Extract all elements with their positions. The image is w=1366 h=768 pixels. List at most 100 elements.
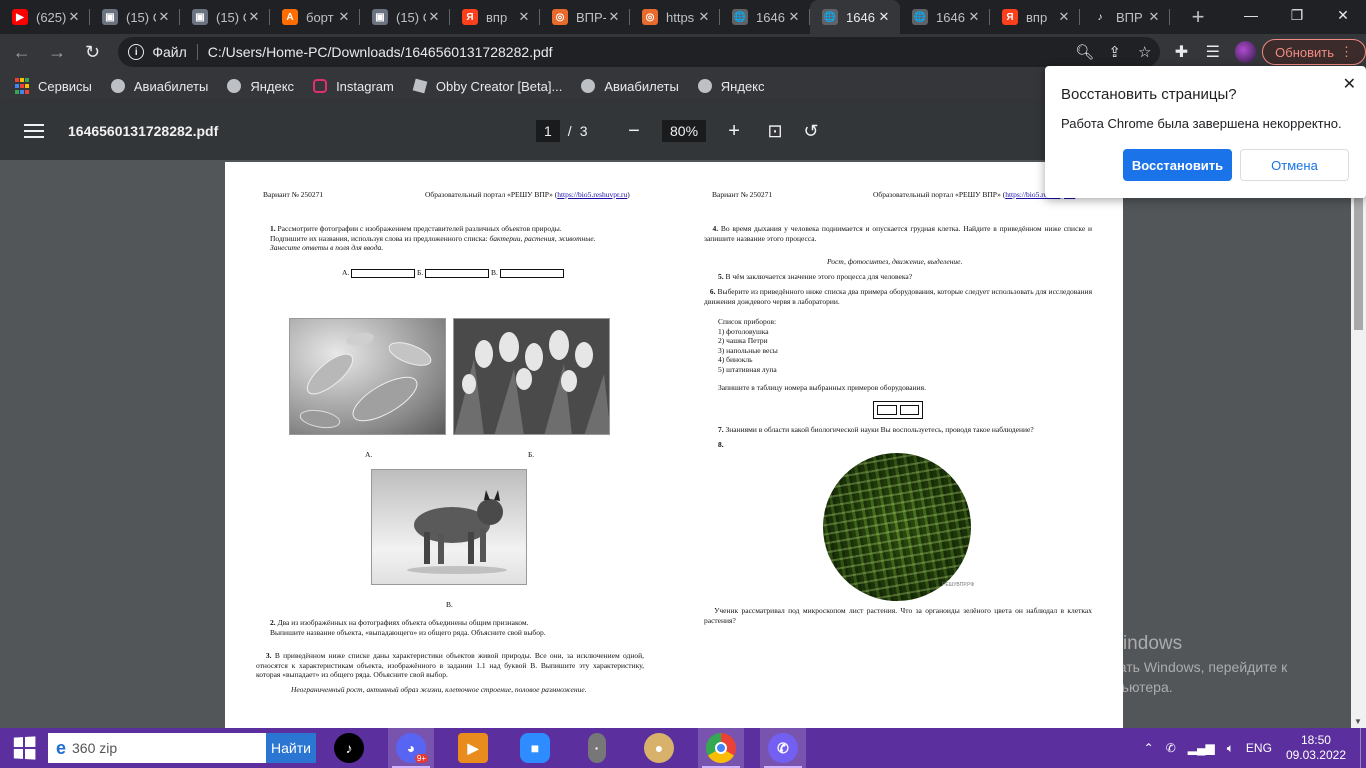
reading-list-icon[interactable]: ☰ — [1197, 36, 1228, 68]
portal-link[interactable]: https://bio5.reshuvpr.ru — [557, 190, 627, 199]
zoom-controls: − 80% + — [620, 120, 748, 143]
vertical-scrollbar[interactable]: ▲ ▼ — [1351, 160, 1366, 728]
minimize-icon[interactable]: — — [1228, 0, 1274, 30]
zoom-app[interactable]: ■ — [512, 728, 558, 768]
tab-close-icon[interactable]: ✕ — [1146, 9, 1162, 25]
question-5: 5. В чём заключается значение этого проц… — [718, 272, 912, 282]
maximize-icon[interactable]: ❐ — [1274, 0, 1320, 30]
bookmark-instagram[interactable]: Instagram — [312, 78, 394, 94]
browser-tab[interactable]: 🌐 1646 ✕ — [900, 0, 990, 34]
profile-avatar[interactable] — [1234, 41, 1257, 63]
browser-tab[interactable]: ▣ (15) С✕ — [360, 0, 450, 34]
question-number: 3. — [265, 651, 272, 660]
browser-tab[interactable]: ◎ https ✕ — [630, 0, 720, 34]
restore-button[interactable]: Восстановить — [1123, 149, 1232, 181]
fit-page-icon[interactable]: ⊡ — [763, 119, 787, 143]
scroll-down-icon[interactable]: ▼ — [1354, 717, 1362, 726]
zoom-out-button[interactable]: − — [620, 120, 648, 143]
question-6: 6. Выберите из приведённого ниже списка … — [704, 287, 1092, 306]
zoom-icon[interactable]: 🔍︎ — [1070, 43, 1100, 61]
tab-close-icon[interactable]: ✕ — [696, 9, 712, 25]
tab-close-icon[interactable]: ✕ — [516, 9, 532, 25]
browser-tab[interactable]: Явпр ✕ — [990, 0, 1080, 34]
tab-close-icon[interactable]: ✕ — [966, 9, 982, 25]
share-icon[interactable]: ⇪ — [1100, 43, 1130, 61]
bookmark-yandex-2[interactable]: Яндекс — [697, 78, 765, 94]
browser-tab[interactable]: ♪ ВПР ✕ — [1080, 0, 1170, 34]
browser-tab[interactable]: Aборт ✕ — [270, 0, 360, 34]
answer-field-b[interactable] — [425, 268, 490, 278]
close-icon[interactable]: ✕ — [1343, 74, 1356, 94]
bookmark-obby-creator[interactable]: Obby Creator [Beta]... — [412, 78, 562, 94]
tab-favicon-icon: A — [282, 9, 298, 25]
language-indicator[interactable]: ENG — [1246, 741, 1272, 755]
bookmark-star-icon[interactable]: ☆ — [1130, 43, 1160, 61]
discord-app[interactable]: ◕ 9+ — [388, 728, 434, 768]
answer-cell-2[interactable] — [899, 405, 919, 415]
media-player-app[interactable]: ▶ — [450, 728, 496, 768]
bookmark-yandex[interactable]: Яндекс — [226, 78, 294, 94]
browser-tab[interactable]: 🌐 1646 ✕ — [720, 0, 810, 34]
tab-close-icon[interactable]: ✕ — [336, 9, 352, 25]
browser-tab[interactable]: 🌐 1646 ✕ — [810, 0, 900, 34]
extensions-icon[interactable]: ✚ — [1166, 36, 1197, 68]
tab-close-icon[interactable]: ✕ — [1056, 9, 1072, 25]
update-button[interactable]: Обновить ⋮ — [1262, 39, 1366, 65]
reload-button[interactable]: ↻ — [77, 36, 108, 68]
rotate-icon[interactable]: ↺ — [799, 119, 823, 143]
equipment-item: 2) чашка Петри — [718, 336, 768, 345]
network-icon[interactable]: ▂▄▆ — [1188, 741, 1215, 755]
address-url[interactable]: C:/Users/Home-PC/Downloads/1646560131728… — [208, 44, 1070, 60]
cancel-button[interactable]: Отмена — [1240, 149, 1349, 181]
viber-app[interactable]: ✆ — [760, 728, 806, 768]
answer-cell-1[interactable] — [877, 405, 897, 415]
answer-field-v[interactable] — [499, 268, 564, 278]
question-number: 5. — [718, 272, 724, 281]
tab-close-icon[interactable]: ✕ — [426, 9, 442, 25]
caption-b: Б. — [528, 450, 535, 459]
browser-tab[interactable]: Явпр ✕ — [450, 0, 540, 34]
zoom-in-button[interactable]: + — [720, 120, 748, 143]
new-tab-button[interactable]: + — [1180, 0, 1216, 34]
tab-title: 1646 — [846, 9, 875, 25]
viber-tray-icon[interactable]: ✆ — [1166, 741, 1176, 755]
dialog-title: Восстановить страницы? — [1061, 86, 1237, 103]
bookmark-services[interactable]: Сервисы — [14, 78, 92, 94]
tab-close-icon[interactable]: ✕ — [246, 9, 262, 25]
question-8-number: 8. — [718, 440, 724, 450]
question-3: 3. В приведённом ниже списке даны характ… — [256, 651, 644, 680]
paint-app[interactable]: ● — [636, 728, 682, 768]
start-button[interactable] — [0, 728, 48, 768]
tab-close-icon[interactable]: ✕ — [156, 9, 172, 25]
tiktok-app[interactable]: ♪ — [326, 728, 372, 768]
browser-tab[interactable]: ▣ (15) С✕ — [180, 0, 270, 34]
browser-tab[interactable]: ▣ (15) С✕ — [90, 0, 180, 34]
menu-icon[interactable] — [24, 124, 44, 138]
show-desktop-button[interactable] — [1360, 728, 1366, 768]
address-bar[interactable]: i Файл C:/Users/Home-PC/Downloads/164656… — [118, 37, 1160, 67]
tab-close-icon[interactable]: ✕ — [876, 9, 892, 25]
zoom-input[interactable]: 80% — [662, 120, 707, 142]
bookmark-aviabilety[interactable]: Авиабилеты — [110, 78, 208, 94]
find-button[interactable]: Найти — [266, 733, 316, 763]
volume-icon[interactable]: 🔈︎ — [1227, 741, 1234, 756]
answer-field-a[interactable] — [351, 268, 416, 278]
chrome-app[interactable] — [698, 728, 744, 768]
tab-close-icon[interactable]: ✕ — [606, 9, 622, 25]
info-icon[interactable]: i — [128, 44, 145, 60]
show-hidden-icons-icon[interactable]: ⌃ — [1144, 741, 1154, 755]
tab-favicon-icon: ▶ — [12, 9, 28, 25]
browser-tab[interactable]: ▶ (625) ✕ — [0, 0, 90, 34]
taskbar-search-input[interactable]: e 360 zip — [48, 733, 266, 763]
forward-button[interactable]: → — [41, 36, 72, 68]
page-number-input[interactable]: 1 — [536, 120, 560, 142]
close-window-icon[interactable]: ✕ — [1320, 0, 1366, 30]
tab-close-icon[interactable]: ✕ — [66, 9, 82, 25]
bookmark-aviabilety-2[interactable]: Авиабилеты — [580, 78, 679, 94]
browser-tab[interactable]: ◎ ВПР- ✕ — [540, 0, 630, 34]
mouse-app[interactable]: · — [574, 728, 620, 768]
clock[interactable]: 18:50 09.03.2022 — [1286, 733, 1346, 763]
back-button[interactable]: ← — [6, 36, 37, 68]
tab-close-icon[interactable]: ✕ — [786, 9, 802, 25]
question-number: 8. — [718, 440, 724, 449]
